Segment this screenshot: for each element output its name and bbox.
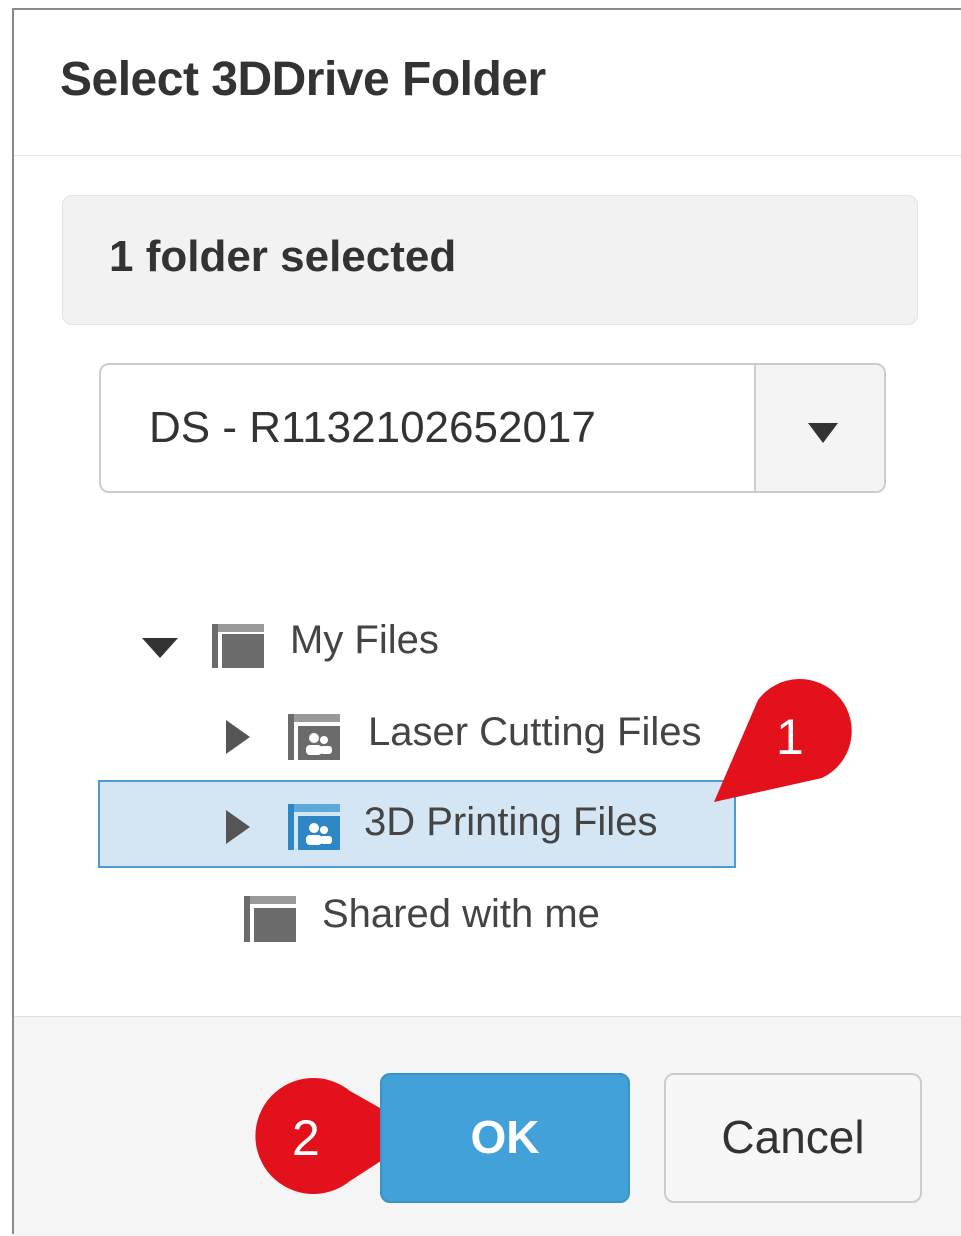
drive-dropdown-value: DS - R1132102652017 [149,403,596,452]
caret-right-icon[interactable] [226,810,250,844]
tree-item-label: 3D Printing Files [364,800,658,844]
caret-down-icon[interactable] [142,638,178,658]
tree-item-label: My Files [290,618,439,662]
selection-status-text: 1 folder selected [109,232,457,281]
shared-folder-icon [288,714,340,760]
cancel-button[interactable]: Cancel [664,1073,922,1203]
dialog-header: Select 3DDrive Folder [14,10,961,156]
folder-icon [212,624,264,668]
dialog-title: Select 3DDrive Folder [60,53,546,106]
shared-folder-icon [288,804,340,850]
tree-item-my-files[interactable]: My Files [134,598,534,686]
drive-dropdown-toggle[interactable] [754,365,884,491]
tree-item-3d-printing-files[interactable]: 3D Printing Files [98,780,736,868]
dialog-footer: 2 OK Cancel [14,1016,961,1236]
tree-item-label: Shared with me [322,892,600,936]
callout-step-1: 1 [714,670,864,820]
callout-number: 1 [776,709,804,765]
caret-right-icon[interactable] [226,720,250,754]
folder-icon [244,896,296,942]
tree-item-label: Laser Cutting Files [368,710,702,754]
ok-button[interactable]: OK [380,1073,630,1203]
caret-down-icon [808,423,838,443]
callout-number: 2 [292,1110,320,1166]
tree-item-shared-with-me[interactable]: Shared with me [240,872,660,960]
selection-status-box: 1 folder selected [62,195,918,325]
select-folder-dialog: Select 3DDrive Folder 1 folder selected … [12,8,961,1236]
drive-dropdown[interactable]: DS - R1132102652017 [99,363,886,493]
tree-item-laser-cutting-files[interactable]: Laser Cutting Files [214,690,734,778]
